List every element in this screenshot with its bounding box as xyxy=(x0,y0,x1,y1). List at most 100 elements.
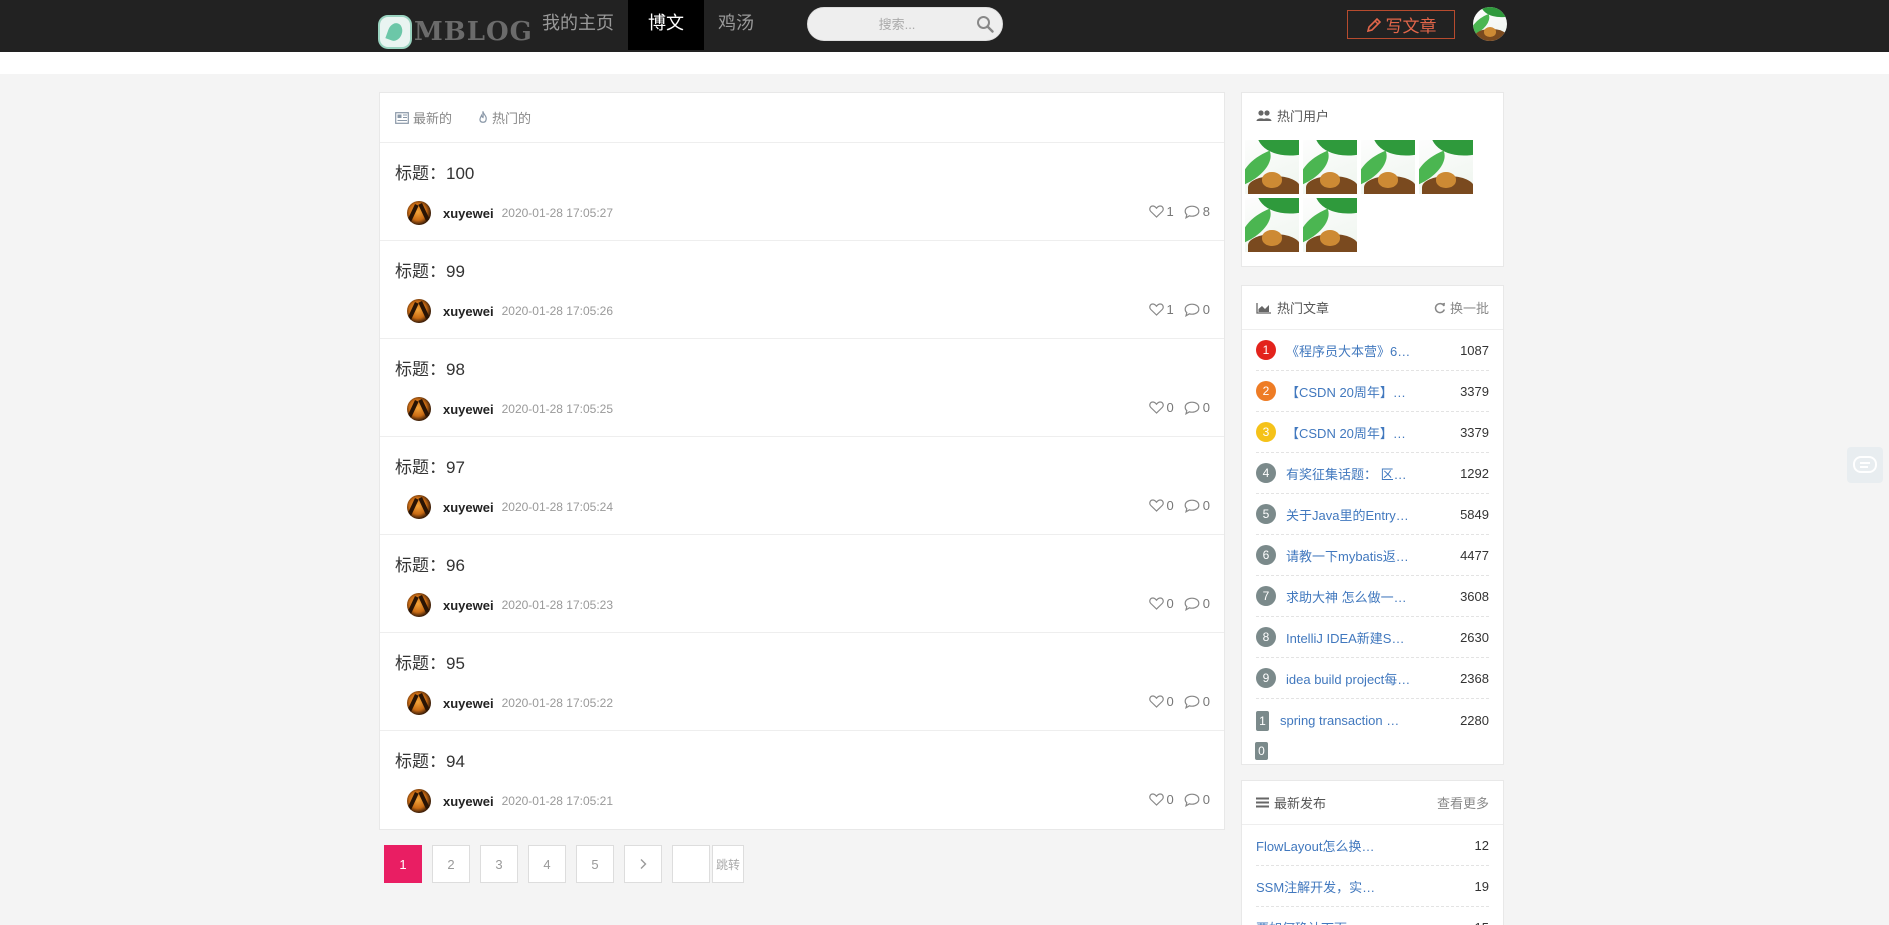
author-avatar[interactable] xyxy=(407,593,431,617)
floating-tool-button[interactable] xyxy=(1847,447,1883,483)
comment-button[interactable]: 0 xyxy=(1184,400,1210,415)
hot-user-avatar[interactable] xyxy=(1303,198,1357,252)
latest-article-title[interactable]: 要如何确认下面… xyxy=(1256,918,1396,925)
user-avatar[interactable] xyxy=(1473,7,1507,41)
hot-article-row[interactable]: 7 求助大神 怎么做一… 3608 xyxy=(1256,576,1489,617)
like-button[interactable]: 0 xyxy=(1148,596,1174,611)
post-title[interactable]: 标题：98 xyxy=(395,355,465,380)
hot-article-title[interactable]: 【CSDN 20周年】… xyxy=(1286,382,1420,401)
post-title[interactable]: 标题：97 xyxy=(395,453,465,478)
comment-button[interactable]: 8 xyxy=(1184,204,1210,219)
hot-user-avatar[interactable] xyxy=(1361,140,1415,194)
like-button[interactable]: 0 xyxy=(1148,694,1174,709)
hot-article-row[interactable]: 3 【CSDN 20周年】… 3379 xyxy=(1256,412,1489,453)
post-title[interactable]: 标题：99 xyxy=(395,257,465,282)
hot-article-row[interactable]: 8 IntelliJ IDEA新建S… 2630 xyxy=(1256,617,1489,658)
hot-article-row[interactable]: 5 关于Java里的Entry… 5849 xyxy=(1256,494,1489,535)
post-item[interactable]: 标题：100 xuyewei 2020-01-28 17:05:27 1 8 xyxy=(380,143,1224,241)
comment-button[interactable]: 0 xyxy=(1184,694,1210,709)
hot-user-avatar[interactable] xyxy=(1419,140,1473,194)
like-button[interactable]: 0 xyxy=(1148,400,1174,415)
write-article-button[interactable]: 写文章 xyxy=(1347,10,1455,39)
hot-user-avatar[interactable] xyxy=(1245,140,1299,194)
like-button[interactable]: 0 xyxy=(1148,792,1174,807)
hot-article-title[interactable]: spring transaction … xyxy=(1280,713,1414,728)
author-avatar[interactable] xyxy=(407,789,431,813)
hot-articles-header: 热门文章 换一批 xyxy=(1242,286,1503,330)
hot-article-title[interactable]: 【CSDN 20周年】… xyxy=(1286,423,1420,442)
page-5[interactable]: 5 xyxy=(576,845,614,883)
author-avatar[interactable] xyxy=(407,495,431,519)
latest-article-row[interactable]: SSM注解开发，实… 19 xyxy=(1256,866,1489,907)
hot-article-title[interactable]: IntelliJ IDEA新建S… xyxy=(1286,628,1420,647)
author-name[interactable]: xuyewei xyxy=(443,696,494,711)
like-button[interactable]: 0 xyxy=(1148,498,1174,513)
hot-article-row[interactable]: 1 0 spring transaction … 2280 xyxy=(1255,705,1489,760)
comment-button[interactable]: 0 xyxy=(1184,792,1210,807)
page-4[interactable]: 4 xyxy=(528,845,566,883)
author-name[interactable]: xuyewei xyxy=(443,304,494,319)
hot-user-avatar[interactable] xyxy=(1245,198,1299,252)
tab-hot[interactable]: 热门的 xyxy=(478,108,531,127)
hot-article-title[interactable]: 关于Java里的Entry… xyxy=(1286,505,1420,524)
hot-article-title[interactable]: 《程序员大本营》6… xyxy=(1286,341,1420,360)
post-item[interactable]: 标题：95 xuyewei 2020-01-28 17:05:22 0 0 xyxy=(380,633,1224,731)
post-item[interactable]: 标题：96 xuyewei 2020-01-28 17:05:23 0 0 xyxy=(380,535,1224,633)
page-1[interactable]: 1 xyxy=(384,845,422,883)
comment-button[interactable]: 0 xyxy=(1184,596,1210,611)
author-name[interactable]: xuyewei xyxy=(443,598,494,613)
search-input[interactable] xyxy=(822,8,972,40)
latest-article-title[interactable]: FlowLayout怎么换… xyxy=(1256,836,1396,855)
post-title[interactable]: 标题：100 xyxy=(395,159,474,184)
post-meta: xuyewei 2020-01-28 17:05:23 xyxy=(407,593,613,617)
next-page-button[interactable] xyxy=(624,845,662,883)
author-name[interactable]: xuyewei xyxy=(443,500,494,515)
hot-article-row[interactable]: 4 有奖征集话题： 区… 1292 xyxy=(1256,453,1489,494)
like-button[interactable]: 1 xyxy=(1148,204,1174,219)
search-icon[interactable] xyxy=(976,15,994,33)
author-name[interactable]: xuyewei xyxy=(443,206,494,221)
comment-button[interactable]: 0 xyxy=(1184,302,1210,317)
post-date: 2020-01-28 17:05:22 xyxy=(501,696,614,710)
hot-article-title[interactable]: idea build project每… xyxy=(1286,669,1420,688)
latest-article-title[interactable]: SSM注解开发，实… xyxy=(1256,877,1396,896)
nav-posts[interactable]: 博文 xyxy=(628,0,704,50)
like-button[interactable]: 1 xyxy=(1148,302,1174,317)
author-avatar[interactable] xyxy=(407,397,431,421)
author-avatar[interactable] xyxy=(407,299,431,323)
hot-article-row[interactable]: 9 idea build project每… 2368 xyxy=(1256,658,1489,699)
post-title[interactable]: 标题：96 xyxy=(395,551,465,576)
page-3[interactable]: 3 xyxy=(480,845,518,883)
post-item[interactable]: 标题：94 xuyewei 2020-01-28 17:05:21 0 0 xyxy=(380,731,1224,829)
latest-article-row[interactable]: 要如何确认下面… 15 xyxy=(1256,907,1489,925)
author-avatar[interactable] xyxy=(407,691,431,715)
page-jump-input[interactable] xyxy=(672,845,710,883)
latest-article-row[interactable]: FlowLayout怎么换… 12 xyxy=(1256,825,1489,866)
hot-user-avatar[interactable] xyxy=(1303,140,1357,194)
page-2[interactable]: 2 xyxy=(432,845,470,883)
comment-button[interactable]: 0 xyxy=(1184,498,1210,513)
author-name[interactable]: xuyewei xyxy=(443,794,494,809)
chevron-right-icon xyxy=(640,859,647,869)
post-item[interactable]: 标题：98 xuyewei 2020-01-28 17:05:25 0 0 xyxy=(380,339,1224,437)
hot-article-row[interactable]: 2 【CSDN 20周年】… 3379 xyxy=(1256,371,1489,412)
hot-article-title[interactable]: 有奖征集话题： 区… xyxy=(1286,464,1420,483)
post-item[interactable]: 标题：97 xuyewei 2020-01-28 17:05:24 0 0 xyxy=(380,437,1224,535)
post-title[interactable]: 标题：95 xyxy=(395,649,465,674)
hot-article-row[interactable]: 6 请教一下mybatis返… 4477 xyxy=(1256,535,1489,576)
refresh-button[interactable]: 换一批 xyxy=(1434,298,1489,317)
nav-my-home[interactable]: 我的主页 xyxy=(528,0,628,50)
hot-article-row[interactable]: 1 《程序员大本营》6… 1087 xyxy=(1256,330,1489,371)
hot-article-title[interactable]: 请教一下mybatis返… xyxy=(1286,546,1420,565)
page-jump-button[interactable]: 跳转 xyxy=(712,845,745,883)
author-name[interactable]: xuyewei xyxy=(443,402,494,417)
tab-latest[interactable]: 最新的 xyxy=(395,108,452,127)
view-more-link[interactable]: 查看更多 xyxy=(1437,793,1489,812)
latest-panel: 最新发布 查看更多 FlowLayout怎么换… 12 SSM注解开发，实… 19 要如… xyxy=(1241,780,1504,925)
author-avatar[interactable] xyxy=(407,201,431,225)
post-title[interactable]: 标题：94 xyxy=(395,747,465,772)
post-item[interactable]: 标题：99 xuyewei 2020-01-28 17:05:26 1 0 xyxy=(380,241,1224,339)
nav-quotes[interactable]: 鸡汤 xyxy=(704,0,768,50)
site-logo[interactable]: MBLOG xyxy=(378,12,533,52)
hot-article-title[interactable]: 求助大神 怎么做一… xyxy=(1286,587,1420,606)
